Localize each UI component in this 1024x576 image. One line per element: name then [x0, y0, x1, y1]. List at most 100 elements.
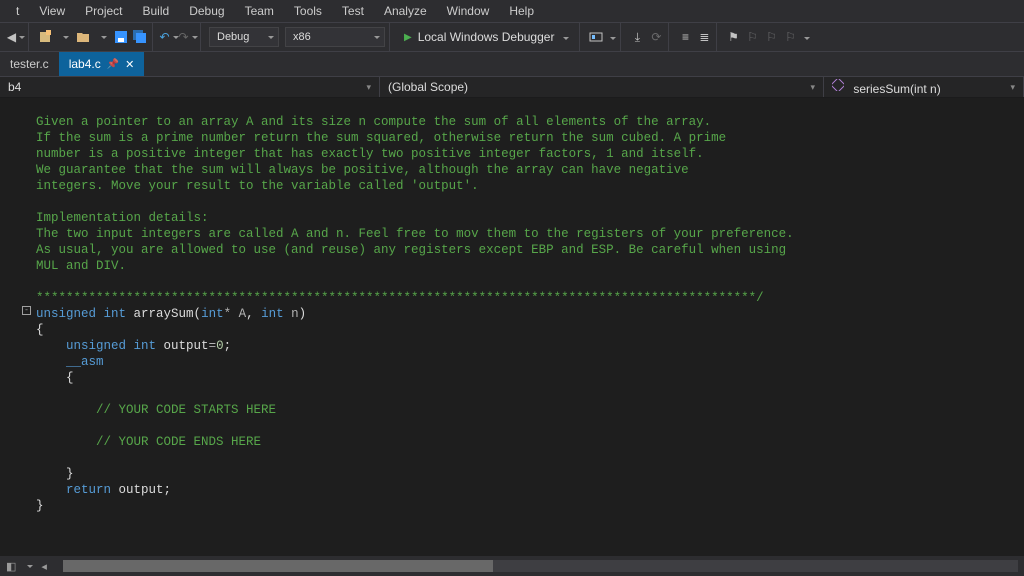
debug-target-menu[interactable]: [560, 30, 569, 44]
param: A: [231, 307, 246, 321]
start-debugging-button[interactable]: ▶ Local Windows Debugger: [398, 30, 575, 44]
punct: ;: [224, 339, 232, 353]
menu-view[interactable]: View: [29, 1, 75, 21]
scope-project-label: b4: [8, 80, 21, 94]
new-project-menu[interactable]: [56, 29, 72, 45]
var-name: output: [111, 483, 164, 497]
save-all-icon[interactable]: [132, 29, 148, 45]
menu-tools[interactable]: Tools: [284, 1, 332, 21]
menu-file-trunc[interactable]: t: [6, 1, 29, 21]
start-debugging-label: Local Windows Debugger: [418, 30, 555, 44]
play-icon: ▶: [404, 32, 412, 43]
punct: *: [224, 307, 232, 321]
undo-icon[interactable]: ↶: [161, 29, 177, 45]
code-content[interactable]: Given a pointer to an array A and its si…: [32, 98, 794, 556]
comment-line: MUL and DIV.: [36, 259, 126, 273]
open-file-menu[interactable]: [94, 29, 110, 45]
tab-lab4[interactable]: lab4.c 📌 ✕: [59, 52, 145, 76]
scope-project[interactable]: b4 ▾: [0, 77, 380, 97]
brace: {: [36, 323, 44, 337]
brace: {: [66, 371, 74, 385]
keyword: int: [201, 307, 224, 321]
comment-line: We guarantee that the sum will always be…: [36, 163, 689, 177]
comment-line: number is a positive integer that has ex…: [36, 147, 704, 161]
keyword: int: [261, 307, 284, 321]
tab-tester[interactable]: tester.c: [0, 52, 59, 76]
code-editor[interactable]: Given a pointer to an array A and its si…: [0, 98, 1024, 556]
bottom-bar: ◧ ◂: [0, 556, 1024, 576]
menu-bar: t View Project Build Debug Team Tools Te…: [0, 0, 1024, 22]
comment-line: Implementation details:: [36, 211, 209, 225]
menu-analyze[interactable]: Analyze: [374, 1, 437, 21]
document-tabs: tester.c lab4.c 📌 ✕: [0, 52, 1024, 76]
close-icon[interactable]: ✕: [125, 58, 134, 71]
var-name: output: [156, 339, 209, 353]
fold-toggle[interactable]: -: [22, 306, 31, 315]
bookmark-clear-icon[interactable]: ⚐: [782, 29, 798, 45]
chevron-down-icon: ▾: [810, 82, 815, 93]
brace: }: [66, 467, 74, 481]
horizontal-scrollbar[interactable]: [63, 560, 1018, 572]
comment-marker: // YOUR CODE ENDS HERE: [96, 435, 261, 449]
track-left-icon[interactable]: ◂: [41, 560, 47, 573]
keyword: int: [96, 307, 126, 321]
chevron-down-icon: ▾: [366, 82, 371, 93]
platform-selector[interactable]: x86: [285, 27, 385, 47]
keyword: unsigned: [36, 307, 96, 321]
scope-function-label: seriesSum(int n): [853, 82, 940, 96]
scope-namespace-label: (Global Scope): [388, 80, 468, 94]
pin-icon[interactable]: 📌: [107, 59, 119, 70]
tab-label: tester.c: [10, 57, 49, 71]
process-menu[interactable]: [607, 30, 616, 44]
scope-function[interactable]: seriesSum(int n) ▾: [824, 77, 1024, 97]
process-icon[interactable]: [588, 29, 604, 45]
method-icon: [832, 79, 846, 93]
brace: }: [36, 499, 44, 513]
menu-test[interactable]: Test: [332, 1, 374, 21]
func-name: arraySum: [126, 307, 194, 321]
punct: ): [299, 307, 307, 321]
keyword: return: [66, 483, 111, 497]
menu-build[interactable]: Build: [133, 1, 180, 21]
bookmark-next-icon[interactable]: ⚐: [763, 29, 779, 45]
save-icon[interactable]: [113, 29, 129, 45]
step-into-icon[interactable]: ⤓: [629, 29, 645, 45]
comment-line: The two input integers are called A and …: [36, 227, 794, 241]
punct: (: [194, 307, 202, 321]
toolbar-overflow[interactable]: [801, 30, 810, 44]
comment-line: Given a pointer to an array A and its si…: [36, 115, 711, 129]
bookmark-icon[interactable]: ⚑: [725, 29, 741, 45]
keyword: int: [126, 339, 156, 353]
number: 0: [216, 339, 224, 353]
menu-window[interactable]: Window: [437, 1, 500, 21]
new-project-icon[interactable]: [37, 29, 53, 45]
split-menu[interactable]: [24, 560, 33, 572]
outline-column: [22, 98, 32, 556]
redo-icon[interactable]: ↷: [180, 29, 196, 45]
keyword: unsigned: [66, 339, 126, 353]
comment-separator: ****************************************…: [36, 291, 764, 305]
param: n: [284, 307, 299, 321]
chevron-down-icon: ▾: [1010, 82, 1015, 93]
op: =: [209, 339, 217, 353]
indent-less-icon[interactable]: ≡: [677, 29, 693, 45]
menu-help[interactable]: Help: [499, 1, 544, 21]
comment-line: As usual, you are allowed to use (and re…: [36, 243, 786, 257]
comment-marker: // YOUR CODE STARTS HERE: [96, 403, 276, 417]
keyword-asm: __asm: [66, 355, 104, 369]
indent-more-icon[interactable]: ≣: [696, 29, 712, 45]
menu-debug[interactable]: Debug: [179, 1, 234, 21]
open-file-icon[interactable]: [75, 29, 91, 45]
tab-label: lab4.c: [69, 57, 101, 71]
step-over-icon[interactable]: ⟳: [648, 29, 664, 45]
scope-namespace[interactable]: (Global Scope) ▾: [380, 77, 824, 97]
bookmark-prev-icon[interactable]: ⚐: [744, 29, 760, 45]
split-icon[interactable]: ◧: [6, 560, 16, 573]
config-selector[interactable]: Debug: [209, 27, 279, 47]
gutter: [0, 98, 22, 556]
comment-line: integers. Move your result to the variab…: [36, 179, 479, 193]
nav-back-icon[interactable]: ◀: [8, 29, 24, 45]
menu-team[interactable]: Team: [235, 1, 284, 21]
punct: ,: [246, 307, 261, 321]
menu-project[interactable]: Project: [75, 1, 132, 21]
